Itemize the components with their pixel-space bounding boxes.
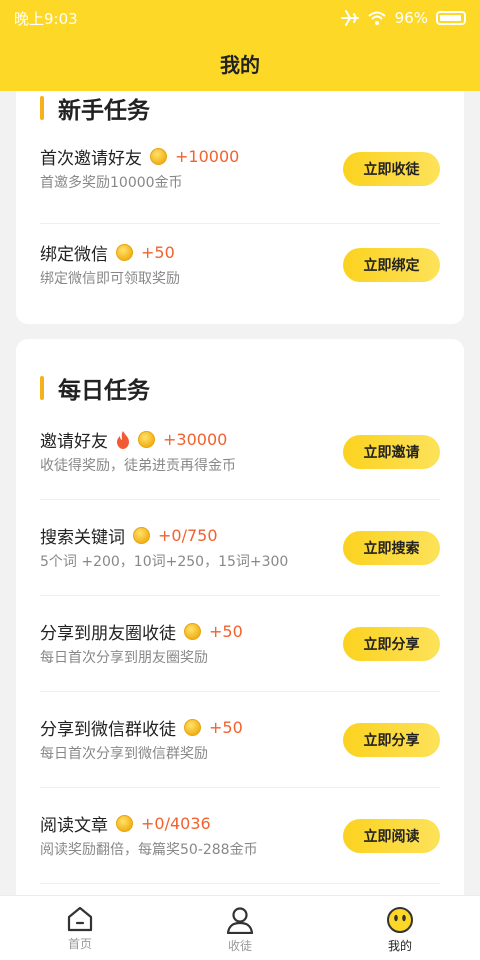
tab-recruit[interactable]: 收徒 <box>160 896 320 960</box>
battery-percent: 96% <box>394 9 428 27</box>
invite-now-button[interactable]: 立即邀请 <box>343 435 440 469</box>
page-title: 我的 <box>0 36 480 91</box>
divider <box>40 787 440 788</box>
wifi-icon <box>367 11 386 25</box>
status-bar: 晚上9:03 96% <box>0 0 480 36</box>
coin-icon <box>150 148 167 165</box>
bottom-tab-bar: 首页 收徒 我的 <box>0 895 480 960</box>
task-desc: 阅读奖励翻倍，每篇奖50-288金币 <box>40 842 258 858</box>
battery-icon <box>436 11 466 25</box>
task-desc: 绑定微信即可领取奖励 <box>40 271 180 287</box>
read-now-button[interactable]: 立即阅读 <box>343 819 440 853</box>
task-desc: 5个词 +200，10词+250，15词+300 <box>40 554 289 570</box>
divider <box>40 883 440 884</box>
search-now-button[interactable]: 立即搜索 <box>343 531 440 565</box>
task-desc: 每日首次分享到微信群奖励 <box>40 746 208 762</box>
task-invite-friend: 邀请好友 +30000 收徒得奖励，徒弟进贡再得金币 立即邀请 <box>40 427 440 523</box>
task-reward: +0/4036 <box>141 814 211 833</box>
status-icons: 96% <box>340 9 466 27</box>
coin-icon <box>116 815 133 832</box>
tab-mine[interactable]: 我的 <box>320 896 480 960</box>
fire-icon <box>117 430 129 449</box>
user-icon <box>226 907 254 934</box>
coin-icon <box>184 623 201 640</box>
task-name: 阅读文章 <box>40 816 108 836</box>
tab-home-label: 首页 <box>67 937 92 951</box>
smiley-face-icon <box>387 907 413 933</box>
coin-icon <box>184 719 201 736</box>
newbie-task-card: 新手任务 首次邀请好友 +10000 首邀多奖励10000金币 立即收徒 绑定微… <box>16 91 464 324</box>
task-reward: +10000 <box>175 147 240 166</box>
daily-task-card: 每日任务 邀请好友 +30000 收徒得奖励，徒弟进贡再得金币 立即邀请 搜索关… <box>16 339 464 895</box>
task-desc: 每日首次分享到朋友圈奖励 <box>40 650 208 666</box>
task-search-keywords: 搜索关键词 +0/750 5个词 +200，10词+250，15词+300 立即… <box>40 523 440 619</box>
task-name: 搜索关键词 <box>40 528 125 548</box>
recruit-now-button[interactable]: 立即收徒 <box>343 152 440 186</box>
task-share-wechat-group: 分享到微信群收徒 +50 每日首次分享到微信群奖励 立即分享 <box>40 715 440 811</box>
task-name: 分享到微信群收徒 <box>40 720 176 740</box>
task-share-moments: 分享到朋友圈收徒 +50 每日首次分享到朋友圈奖励 立即分享 <box>40 619 440 715</box>
task-reward: +30000 <box>163 430 228 449</box>
task-desc: 收徒得奖励，徒弟进贡再得金币 <box>40 458 236 474</box>
airplane-icon <box>340 10 359 26</box>
task-reward: +0/750 <box>158 526 218 545</box>
task-bind-wechat: 绑定微信 +50 绑定微信即可领取奖励 立即绑定 <box>40 240 440 336</box>
task-reward: +50 <box>141 243 175 262</box>
bind-now-button[interactable]: 立即绑定 <box>343 248 440 282</box>
task-reward: +50 <box>209 718 243 737</box>
task-name: 邀请好友 <box>40 432 108 452</box>
title-marker <box>40 376 44 400</box>
coin-icon <box>116 244 133 261</box>
task-first-invite: 首次邀请好友 +10000 首邀多奖励10000金币 立即收徒 <box>40 144 440 240</box>
title-marker <box>40 96 44 120</box>
task-desc: 首邀多奖励10000金币 <box>40 175 183 191</box>
newbie-card-title: 新手任务 <box>40 91 150 125</box>
task-name: 绑定微信 <box>40 245 108 265</box>
coin-icon <box>133 527 150 544</box>
divider <box>40 691 440 692</box>
divider <box>40 595 440 596</box>
divider <box>40 223 440 224</box>
task-name: 分享到朋友圈收徒 <box>40 624 176 644</box>
share-now-button[interactable]: 立即分享 <box>343 627 440 661</box>
task-list[interactable]: 新手任务 首次邀请好友 +10000 首邀多奖励10000金币 立即收徒 绑定微… <box>0 91 480 895</box>
status-time: 晚上9:03 <box>14 9 78 28</box>
coin-icon <box>138 431 155 448</box>
task-name: 首次邀请好友 <box>40 149 142 169</box>
newbie-title-text: 新手任务 <box>58 98 150 124</box>
home-icon <box>67 906 93 932</box>
tab-home[interactable]: 首页 <box>0 896 160 960</box>
tab-recruit-label: 收徒 <box>227 939 252 953</box>
daily-card-title: 每日任务 <box>40 371 150 405</box>
daily-title-text: 每日任务 <box>58 378 150 404</box>
task-reward: +50 <box>209 622 243 641</box>
tab-mine-label: 我的 <box>387 939 412 953</box>
divider <box>40 499 440 500</box>
share-now-button[interactable]: 立即分享 <box>343 723 440 757</box>
